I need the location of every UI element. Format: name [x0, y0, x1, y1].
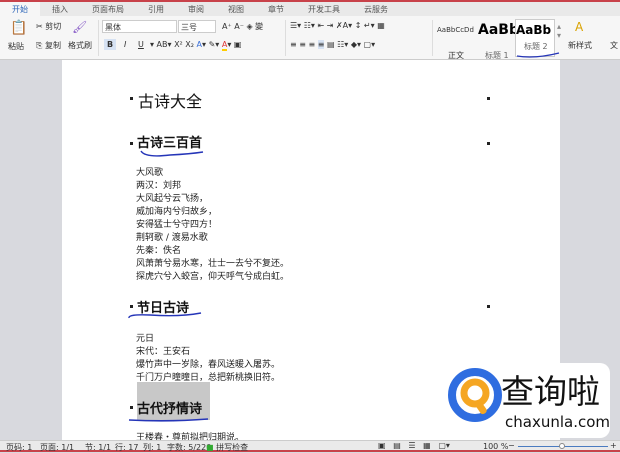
cut-button[interactable]: ✂ 剪切 — [36, 21, 61, 32]
status-pages: 页面: 1/1 — [40, 443, 75, 452]
style-normal-preview[interactable]: AaBbCcDd — [437, 26, 474, 34]
bold-button[interactable]: B — [104, 39, 117, 50]
new-style-button[interactable]: 新样式 — [568, 40, 592, 51]
status-words: 字数: 5/220 — [167, 443, 212, 452]
tab-chapter[interactable]: 章节 — [256, 2, 296, 16]
scissors-icon: ✂ — [36, 22, 43, 31]
tab-review[interactable]: 审阅 — [176, 2, 216, 16]
underline-button[interactable]: U — [138, 40, 144, 49]
heading-2: 节日古诗 — [137, 301, 190, 316]
status-page-num: 页码: 1 — [6, 443, 33, 452]
zoom-level[interactable]: 100 % — [483, 442, 508, 451]
heading-1: 古诗三百首 — [137, 136, 203, 151]
align-buttons[interactable]: ≡ ≡ ≡ ≡ ▤ ☷▾ ◆▾ ▢▾ — [290, 40, 375, 49]
tab-insert[interactable]: 插入 — [40, 2, 80, 16]
heading-3: 古代抒情诗 — [137, 402, 203, 417]
size-select[interactable]: 三号 — [178, 20, 216, 33]
list-buttons[interactable]: ☰▾ ☷▾ ⇤ ⇥ ✗A▾ ↕ ↵▾ ▦ — [290, 21, 385, 30]
style-scroll[interactable]: ▴ ▾ — [557, 22, 561, 40]
style-h1-preview[interactable]: AaBb — [478, 22, 519, 38]
zoom-out-button[interactable]: − — [508, 441, 515, 450]
italic-button[interactable]: I — [124, 40, 126, 49]
ribbon-tabs: 开始 插入 页面布局 引用 审阅 视图 章节 开发工具 云服务 — [0, 0, 620, 16]
copy-button[interactable]: ⎘ 复制 — [36, 40, 61, 51]
format-painter-button[interactable]: 格式刷 — [68, 40, 92, 51]
text-tool-button[interactable]: 文 — [610, 40, 618, 51]
zoom-slider-thumb[interactable] — [559, 443, 565, 449]
status-section: 节: 1/1 — [85, 443, 112, 452]
tab-cloud[interactable]: 云服务 — [352, 2, 400, 16]
brush-icon: 🖌 — [72, 20, 88, 34]
status-row: 行: 17 — [115, 443, 139, 452]
paste-icon[interactable]: 📋 — [10, 20, 27, 36]
copy-icon: ⎘ — [36, 41, 43, 50]
doc-title: 古诗大全 — [138, 92, 203, 111]
watermark-logo: 查询啦 chaxunla.com — [443, 363, 610, 438]
spell-check-button[interactable]: ■ 拼写检查 — [206, 442, 248, 453]
tab-home[interactable]: 开始 — [0, 2, 40, 16]
tab-view[interactable]: 视图 — [216, 2, 256, 16]
tab-references[interactable]: 引用 — [136, 2, 176, 16]
tab-layout[interactable]: 页面布局 — [80, 2, 136, 16]
tab-developer[interactable]: 开发工具 — [296, 2, 352, 16]
search-logo-icon — [448, 368, 502, 422]
view-mode-buttons[interactable]: ▣ ▤ ☰ ▦ ▢▾ — [378, 441, 450, 450]
new-style-icon: A — [575, 20, 584, 34]
font-size-buttons[interactable]: A⁺ A⁻ ◈ 變 — [222, 21, 263, 32]
zoom-in-button[interactable]: + — [610, 441, 617, 450]
paste-button[interactable]: 粘贴 — [8, 41, 24, 52]
status-col: 列: 1 — [143, 443, 162, 452]
format-buttons[interactable]: ▾ AB▾ X² X₂ A▾ ✎▾ A▾ ▣ — [150, 40, 241, 51]
status-bar: 页码: 1 页面: 1/1 节: 1/1 行: 17 列: 1 字数: 5/22… — [0, 440, 620, 452]
pen-underline-style — [516, 52, 560, 58]
font-select[interactable]: 黑体 — [102, 20, 177, 33]
